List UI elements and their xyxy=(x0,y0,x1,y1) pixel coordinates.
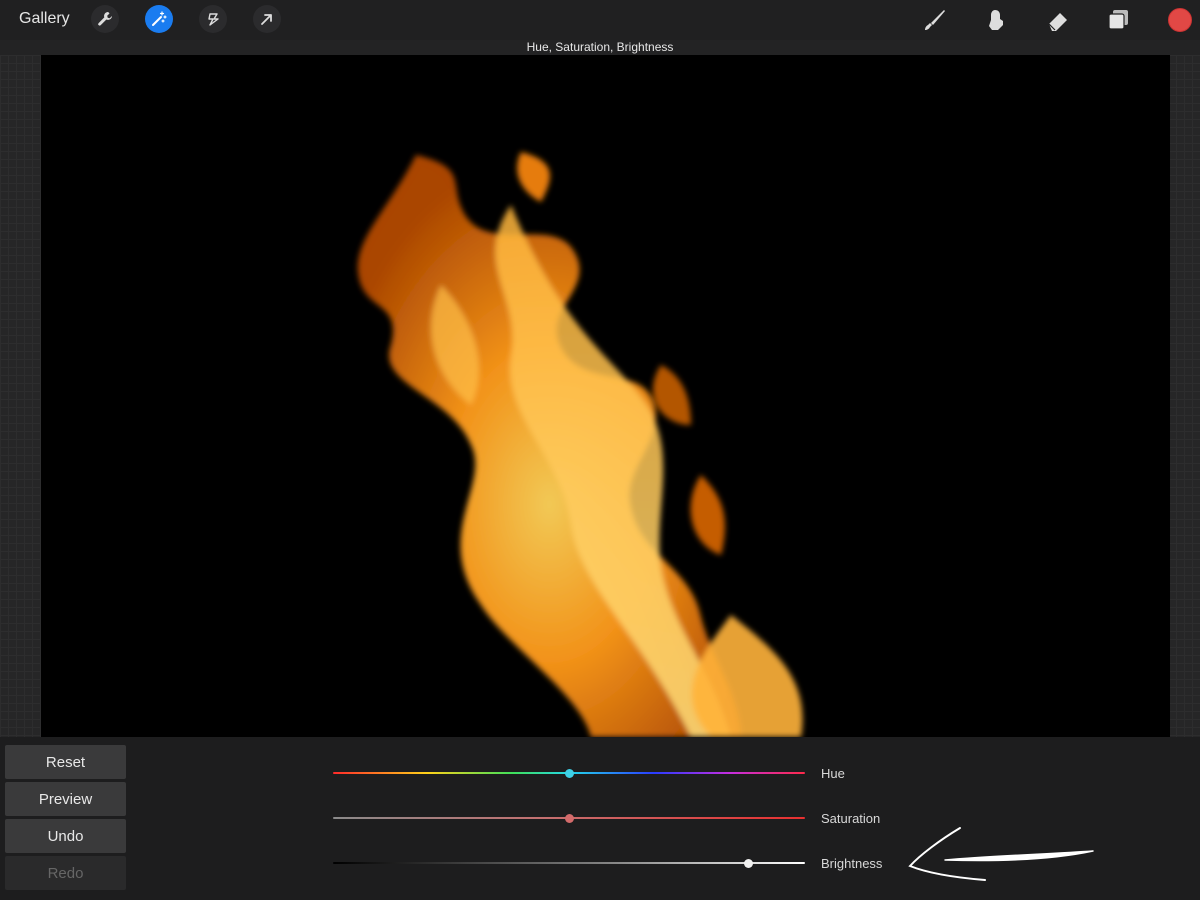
redo-button[interactable]: Redo xyxy=(5,856,126,890)
transform-arrow-icon[interactable] xyxy=(253,5,281,33)
magic-wand-icon[interactable] xyxy=(145,5,173,33)
flame-artwork xyxy=(357,152,803,737)
wrench-icon[interactable] xyxy=(91,5,119,33)
saturation-label: Saturation xyxy=(821,811,881,826)
gallery-button[interactable]: Gallery xyxy=(19,10,70,28)
undo-button[interactable]: Undo xyxy=(5,819,126,853)
hue-label: Hue xyxy=(821,766,845,781)
brightness-label: Brightness xyxy=(821,856,883,871)
annotation-arrow xyxy=(908,827,1094,881)
selection-icon[interactable] xyxy=(199,5,227,33)
top-toolbar: Gallery xyxy=(0,0,1200,40)
brush-icon[interactable] xyxy=(921,6,949,34)
drawing-canvas[interactable] xyxy=(41,55,1170,737)
layers-icon[interactable] xyxy=(1105,6,1133,34)
adjustment-title: Hue, Saturation, Brightness xyxy=(526,40,674,54)
color-picker-button[interactable] xyxy=(1168,8,1192,32)
brightness-slider-track[interactable] xyxy=(333,862,805,864)
preview-button[interactable]: Preview xyxy=(5,782,126,816)
eraser-icon[interactable] xyxy=(1044,6,1072,34)
saturation-slider-thumb[interactable] xyxy=(565,814,574,823)
hue-slider-thumb[interactable] xyxy=(565,769,574,778)
smudge-icon[interactable] xyxy=(982,6,1010,34)
reset-button[interactable]: Reset xyxy=(5,745,126,779)
